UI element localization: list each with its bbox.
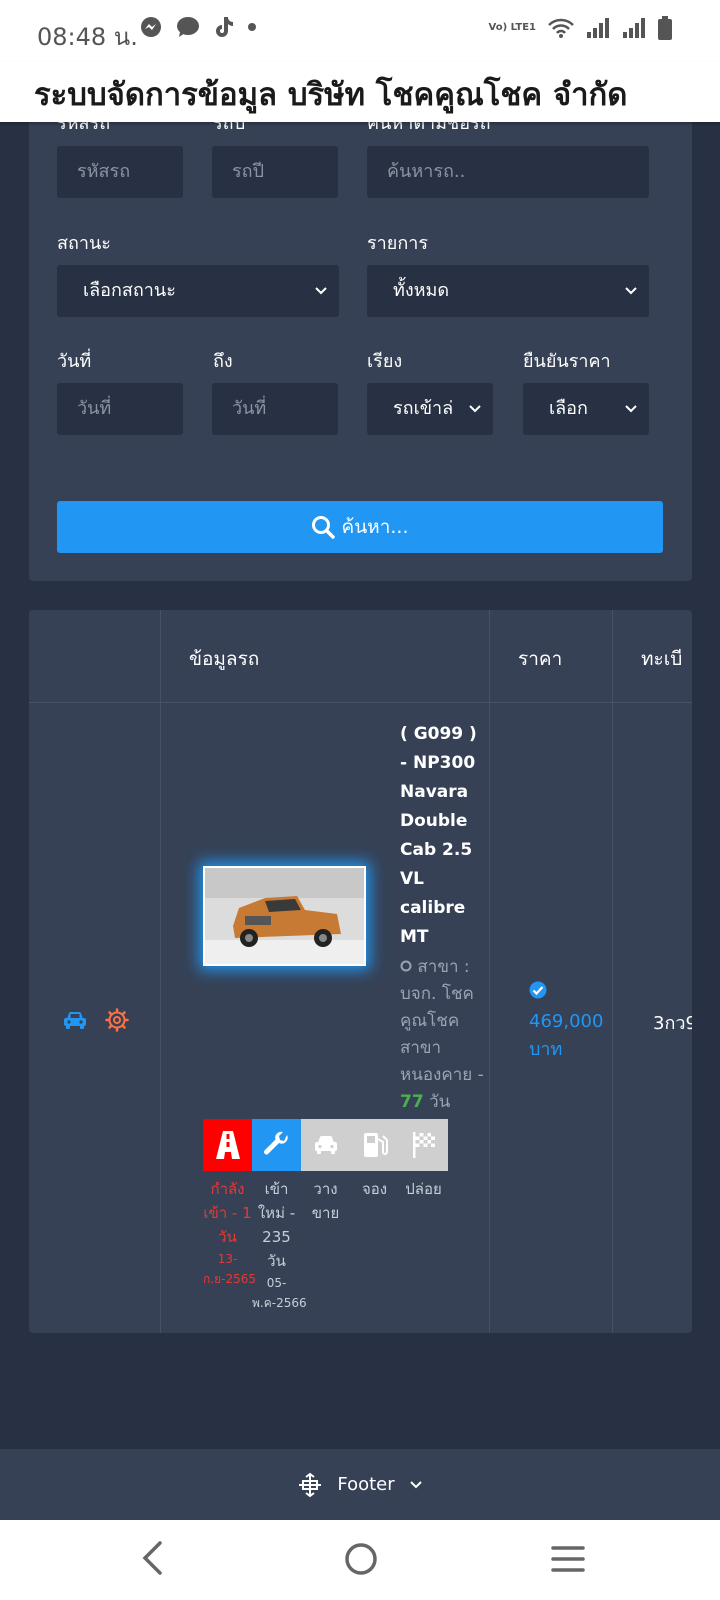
layout-icon — [299, 1472, 322, 1497]
step-label: กำลังเข้า - 1 วัน 13-ก.ย-2565 — [203, 1177, 256, 1313]
car-icon[interactable] — [63, 1010, 87, 1030]
sort-select[interactable]: รถเข้าล่ — [367, 383, 493, 435]
page-title: ระบบจัดการข้อมูล บริษัท โชคคูณโชค จำกัด — [34, 77, 628, 113]
price-value: 469,000 บาท — [529, 1011, 604, 1060]
system-nav-bar — [0, 1520, 720, 1600]
sort-select-value: รถเข้าล่ — [393, 398, 454, 419]
chevron-down-icon — [625, 287, 637, 295]
chat-icon — [177, 17, 199, 37]
dot-icon — [248, 23, 256, 31]
confirm-price-select[interactable]: เลือก — [523, 383, 649, 435]
date-to-input[interactable]: วันที่ — [212, 383, 338, 435]
step-incoming[interactable] — [203, 1119, 252, 1171]
step-label-text: จอง — [361, 1180, 388, 1198]
car-thumbnail[interactable] — [203, 866, 366, 966]
step-label: จอง — [350, 1177, 399, 1313]
search-button[interactable]: ค้นหา... — [57, 501, 663, 553]
column-divider — [612, 610, 613, 1333]
wifi-icon — [548, 18, 574, 38]
footer-label: Footer — [337, 1474, 395, 1495]
flag-icon — [412, 1132, 435, 1158]
column-divider — [489, 610, 490, 1333]
car-icon — [314, 1136, 337, 1154]
progress-step-labels: กำลังเข้า - 1 วัน 13-ก.ย-2565 เข้าใหม่ -… — [203, 1177, 448, 1313]
messenger-icon — [141, 17, 161, 37]
step-label-date: 13-ก.ย-2565 — [203, 1252, 256, 1286]
car-search-input[interactable]: ค้นหารถ.. — [367, 146, 649, 198]
header-car-info: ข้อมูลรถ — [189, 648, 260, 670]
signal-icon — [587, 18, 609, 38]
confirm-price-value: เลือก — [549, 398, 588, 419]
confirm-price-label: ยืนยันราคา — [523, 351, 611, 372]
car-table: ข้อมูลรถ ราคา ทะเบี ( G099 ) - NP300 Nav… — [29, 610, 692, 1333]
branch-label: สาขา : บจก. โชคคูณโชค สาขา หนองคาย - — [400, 957, 484, 1085]
step-label: วางขาย — [301, 1177, 350, 1313]
header-price: ราคา — [518, 648, 563, 670]
header-plate: ทะเบี — [641, 648, 683, 670]
progress-steps — [203, 1119, 448, 1171]
car-title: ( G099 ) - NP300 Navara Double Cab 2.5 V… — [400, 724, 477, 947]
status-bar: 08:48 น. Vo) LTE1 — [0, 0, 720, 62]
row-actions — [63, 1008, 129, 1032]
footer-toggle[interactable]: Footer — [0, 1449, 720, 1520]
date-from-input[interactable]: วันที่ — [57, 383, 183, 435]
back-icon[interactable] — [140, 1540, 164, 1576]
step-for-sale[interactable] — [301, 1119, 350, 1171]
status-time: 08:48 น. — [37, 23, 138, 51]
days-count: 77 — [400, 1092, 424, 1112]
year-input[interactable]: รถปี — [212, 146, 338, 198]
step-label: เข้าใหม่ - 235 วัน 05-พ.ค-2566 — [252, 1177, 307, 1313]
tiktok-icon — [216, 17, 233, 37]
step-new[interactable] — [252, 1119, 301, 1171]
road-icon — [215, 1131, 240, 1159]
status-select[interactable]: เลือกสถานะ — [57, 265, 339, 317]
step-label-text: กำลังเข้า - 1 วัน — [203, 1180, 252, 1246]
signal-icon-2 — [623, 18, 645, 38]
date-from-label: วันที่ — [57, 351, 92, 372]
check-circle-icon — [529, 981, 547, 999]
date-to-label: ถึง — [213, 351, 233, 372]
search-icon — [312, 516, 336, 539]
menu-icon[interactable] — [550, 1544, 586, 1574]
volte-indicator: Vo) LTE1 — [488, 22, 536, 33]
battery-icon — [658, 16, 672, 40]
chevron-down-icon — [409, 1480, 422, 1488]
sort-label: เรียง — [367, 351, 403, 372]
chevron-down-icon — [469, 405, 481, 413]
fuel-icon — [363, 1133, 388, 1157]
gear-icon[interactable] — [105, 1008, 129, 1032]
list-label: รายการ — [367, 233, 428, 254]
circle-icon — [400, 960, 412, 972]
status-label: สถานะ — [57, 233, 111, 254]
list-select[interactable]: ทั้งหมด — [367, 265, 649, 317]
app-header: ระบบจัดการข้อมูล บริษัท โชคคูณโชค จำกัด — [0, 62, 720, 122]
step-released[interactable] — [399, 1119, 448, 1171]
list-select-value: ทั้งหมด — [393, 280, 450, 301]
step-label-text: เข้าใหม่ - 235 วัน — [257, 1180, 296, 1270]
status-select-value: เลือกสถานะ — [83, 280, 176, 301]
home-icon[interactable] — [344, 1542, 378, 1576]
chevron-down-icon — [625, 405, 637, 413]
header-divider — [29, 702, 692, 703]
code-input[interactable]: รหัสรถ — [57, 146, 183, 198]
step-label-text: วางขาย — [311, 1180, 340, 1222]
wrench-icon — [263, 1131, 288, 1155]
step-label-text: ปล่อย — [405, 1180, 442, 1198]
step-reserved[interactable] — [350, 1119, 399, 1171]
branch-info: สาขา : บจก. โชคคูณโชค สาขา หนองคาย - 77 … — [400, 954, 486, 1116]
column-divider — [160, 610, 161, 1333]
price-cell: 469,000 บาท — [529, 980, 611, 1064]
chevron-down-icon — [315, 287, 327, 295]
filter-panel: รหัสรถ รถปี ค้นหาตามชื่อรถ รหัสรถ รถปี ค… — [29, 90, 692, 581]
step-label: ปล่อย — [399, 1177, 448, 1313]
plate-number: 3กว9 — [653, 1013, 692, 1034]
car-photo — [205, 868, 364, 964]
search-button-label: ค้นหา... — [341, 516, 409, 538]
step-label-date: 05-พ.ค-2566 — [252, 1276, 307, 1310]
days-unit: วัน — [429, 1092, 451, 1112]
